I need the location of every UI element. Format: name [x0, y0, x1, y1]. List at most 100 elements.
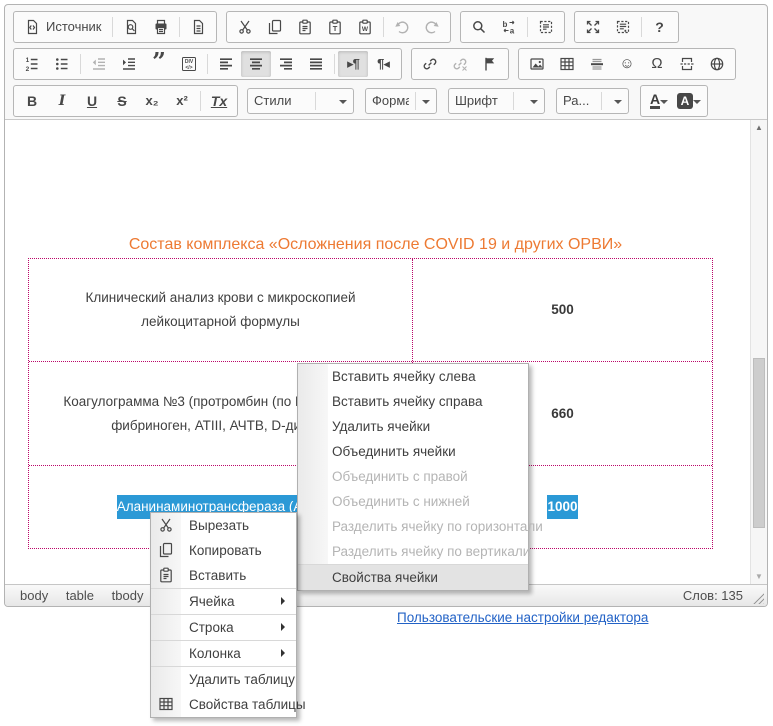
toolbar-group-paragraph: ” ▸¶ ¶◂ — [13, 48, 402, 80]
smiley-button[interactable]: ☺ — [612, 51, 642, 77]
path-item-table[interactable]: table — [66, 588, 94, 603]
menu-item-copy[interactable]: Копировать — [151, 538, 296, 563]
blockquote-icon: ” — [152, 57, 166, 71]
menu-item-split-cell-vertically: Разделить ячейку по вертикали — [298, 539, 528, 564]
insert-image-button[interactable] — [522, 51, 552, 77]
copy-icon — [158, 542, 174, 558]
link-button[interactable] — [415, 51, 445, 77]
align-center-button[interactable] — [241, 51, 271, 77]
menu-item-merge-cells[interactable]: Объединить ячейки — [298, 439, 528, 464]
blockquote-button[interactable]: ” — [144, 51, 174, 77]
path-item-body[interactable]: body — [20, 588, 48, 603]
about-button[interactable]: ? — [645, 14, 675, 40]
format-combo[interactable]: Формат... — [365, 88, 437, 114]
undo-icon — [394, 19, 410, 35]
paste-icon — [158, 567, 174, 583]
font-size-combo-label: Ра... — [563, 93, 589, 108]
justify-button[interactable] — [301, 51, 331, 77]
find-button[interactable] — [464, 14, 494, 40]
decrease-indent-button — [84, 51, 114, 77]
cell-submenu: Вставить ячейку слева Вставить ячейку сп… — [297, 363, 529, 591]
superscript-button[interactable]: x² — [167, 88, 197, 114]
scrollbar-thumb[interactable] — [753, 358, 765, 528]
replace-icon — [501, 19, 517, 35]
font-combo[interactable]: Шрифт — [448, 88, 545, 114]
templates-button[interactable] — [183, 14, 213, 40]
align-left-button[interactable] — [211, 51, 241, 77]
menu-item-table-properties[interactable]: Свойства таблицы — [151, 692, 296, 717]
source-button[interactable]: Источник — [17, 14, 109, 40]
unlink-button — [445, 51, 475, 77]
remove-format-button[interactable]: Tx — [204, 88, 234, 114]
anchor-button[interactable] — [475, 51, 505, 77]
rtl-icon: ¶◂ — [377, 56, 389, 72]
paste-as-text-button[interactable] — [320, 14, 350, 40]
text-direction-rtl-button[interactable]: ¶◂ — [368, 51, 398, 77]
path-item-tbody[interactable]: tbody — [112, 588, 144, 603]
cut-button[interactable] — [230, 14, 260, 40]
bulleted-list-button[interactable] — [47, 51, 77, 77]
editor-settings-link[interactable]: Пользовательские настройки редактора — [397, 610, 648, 625]
print-button[interactable] — [146, 14, 176, 40]
italic-button[interactable]: I — [47, 88, 77, 114]
text-direction-ltr-button[interactable]: ▸¶ — [338, 51, 368, 77]
scroll-down-arrow-icon[interactable]: ▼ — [751, 572, 767, 581]
templates-icon — [190, 19, 206, 35]
increase-indent-button[interactable] — [114, 51, 144, 77]
table-cell-service[interactable]: Клинический анализ крови с микроскопией … — [29, 259, 413, 361]
horizontal-rule-button[interactable] — [582, 51, 612, 77]
page-break-button[interactable] — [672, 51, 702, 77]
div-container-button[interactable] — [174, 51, 204, 77]
menu-item-cell[interactable]: Ячейка — [151, 589, 296, 614]
strikethrough-button[interactable]: S — [107, 88, 137, 114]
font-size-combo[interactable]: Ра... — [556, 88, 629, 114]
toolbar-row-2: ” ▸¶ ¶◂ ☺ Ω — [9, 45, 763, 82]
subscript-button[interactable]: x₂ — [137, 88, 167, 114]
toolbar-group-clipboard — [226, 11, 451, 43]
redo-button — [417, 14, 447, 40]
maximize-button[interactable] — [578, 14, 608, 40]
vertical-scrollbar[interactable]: ▲ ▼ — [750, 120, 767, 584]
replace-button[interactable] — [494, 14, 524, 40]
numbered-list-button[interactable] — [17, 51, 47, 77]
indent-icon — [121, 56, 137, 72]
paste-button[interactable] — [290, 14, 320, 40]
table-cell-price[interactable]: 500 — [413, 259, 712, 361]
iframe-button[interactable] — [702, 51, 732, 77]
special-char-button[interactable]: Ω — [642, 51, 672, 77]
table-context-menu: Вырезать Копировать Вставить Ячейка Стро… — [150, 512, 297, 718]
resize-grip[interactable] — [751, 591, 764, 604]
menu-item-row[interactable]: Строка — [151, 615, 296, 640]
toolbar-group-colors: A A — [640, 85, 708, 117]
text-color-button[interactable]: A — [644, 88, 674, 114]
menu-item-paste[interactable]: Вставить — [151, 563, 296, 588]
preview-button[interactable] — [116, 14, 146, 40]
menu-item-insert-cell-right[interactable]: Вставить ячейку справа — [298, 389, 528, 414]
copy-button[interactable] — [260, 14, 290, 40]
separator — [641, 17, 642, 37]
show-blocks-button[interactable] — [608, 14, 638, 40]
select-all-icon — [538, 19, 554, 35]
menu-item-cell-properties[interactable]: Свойства ячейки — [298, 565, 528, 590]
select-all-button[interactable] — [531, 14, 561, 40]
separator — [334, 54, 335, 74]
chevron-down-icon — [530, 100, 538, 108]
menu-item-insert-cell-left[interactable]: Вставить ячейку слева — [298, 364, 528, 389]
background-color-button[interactable]: A — [674, 88, 704, 114]
anchor-flag-icon — [482, 56, 498, 72]
insert-table-button[interactable] — [552, 51, 582, 77]
document-title[interactable]: Состав комплекса «Осложнения после COVID… — [5, 236, 746, 254]
chevron-down-icon — [614, 100, 622, 108]
menu-separator — [151, 614, 296, 615]
underline-button[interactable]: U — [77, 88, 107, 114]
styles-combo[interactable]: Стили — [247, 88, 354, 114]
menu-item-cut[interactable]: Вырезать — [151, 513, 296, 538]
paste-from-word-button[interactable] — [350, 14, 380, 40]
scroll-up-arrow-icon[interactable]: ▲ — [751, 123, 767, 132]
bold-button[interactable]: B — [17, 88, 47, 114]
menu-item-column[interactable]: Колонка — [151, 641, 296, 666]
ltr-icon: ▸¶ — [347, 56, 359, 72]
menu-item-delete-table[interactable]: Удалить таблицу — [151, 667, 296, 692]
align-right-button[interactable] — [271, 51, 301, 77]
menu-item-delete-cells[interactable]: Удалить ячейки — [298, 414, 528, 439]
